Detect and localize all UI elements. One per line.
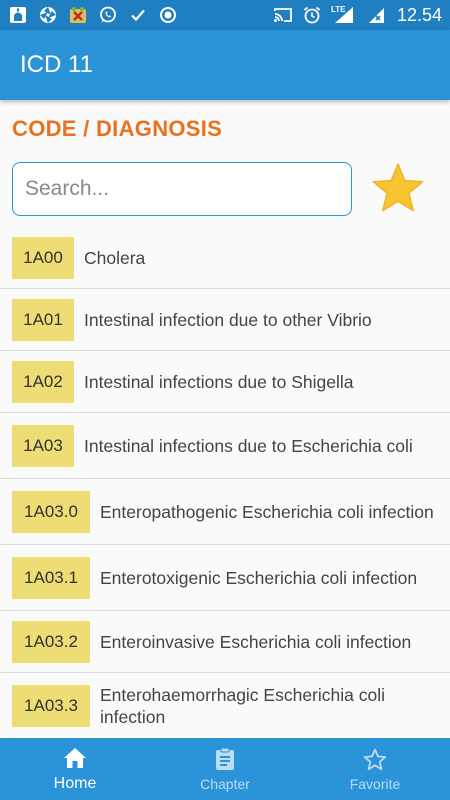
diagnosis-label: Intestinal infection due to other Vibrio <box>84 309 372 330</box>
list-item[interactable]: 1A03 Intestinal infections due to Escher… <box>0 413 450 479</box>
app-bar: ICD 11 <box>0 30 450 100</box>
code-badge: 1A03 <box>12 424 74 467</box>
battery-icon <box>366 5 386 25</box>
signal-icon: LTE <box>331 5 357 25</box>
diagnosis-label: Enteroinvasive Escherichia coli infectio… <box>100 631 412 652</box>
diagnosis-label: Cholera <box>84 248 146 268</box>
code-badge: 1A03.3 <box>12 684 90 727</box>
home-icon <box>62 745 88 771</box>
app-title: ICD 11 <box>20 51 93 78</box>
diagnosis-list: 1A00 Cholera 1A01 Intestinal infection d… <box>0 228 450 738</box>
system-icons: LTE 12.54 <box>273 5 442 26</box>
star-icon <box>372 163 424 212</box>
code-badge: 1A03.0 <box>12 490 90 533</box>
nav-chapter[interactable]: Chapter <box>150 738 300 800</box>
mosque-icon <box>8 5 28 25</box>
nav-home[interactable]: Home <box>0 738 150 800</box>
aperture-icon <box>38 5 58 25</box>
code-badge: 1A03.1 <box>12 556 90 599</box>
diagnosis-label: Enterohaemorrhagic Escherichia coli infe… <box>100 684 385 727</box>
status-time: 12.54 <box>396 4 442 25</box>
code-badge: 1A00 <box>12 237 74 279</box>
bottom-navigation: Home Chapter Favorite <box>0 738 450 800</box>
code-badge: 1A02 <box>12 360 74 403</box>
alarm-icon <box>302 5 322 25</box>
list-item[interactable]: 1A03.2 Enteroinvasive Escherichia coli i… <box>0 611 450 673</box>
game-icon <box>68 5 88 25</box>
diagnosis-label: Intestinal infections due to Shigella <box>84 371 354 392</box>
code-badge: 1A01 <box>12 298 74 341</box>
search-input[interactable] <box>12 162 352 216</box>
network-type-label: LTE <box>330 5 346 14</box>
check-icon <box>128 5 148 25</box>
nav-chapter-label: Chapter <box>200 776 250 792</box>
list-item[interactable]: 1A02 Intestinal infections due to Shigel… <box>0 351 450 413</box>
list-item[interactable]: 1A03.1 Enterotoxigenic Escherichia coli … <box>0 545 450 611</box>
diagnosis-label: Enteropathogenic Escherichia coli infect… <box>100 501 434 522</box>
list-item[interactable]: 1A01 Intestinal infection due to other V… <box>0 289 450 351</box>
status-bar: LTE 12.54 <box>0 0 450 30</box>
list-item[interactable]: 1A00 Cholera <box>0 228 450 289</box>
nav-favorite[interactable]: Favorite <box>300 738 450 800</box>
favorite-button[interactable] <box>368 160 428 218</box>
whatsapp-icon <box>98 5 118 25</box>
list-item[interactable]: 1A03.0 Enteropathogenic Escherichia coli… <box>0 479 450 545</box>
nav-home-label: Home <box>53 775 97 792</box>
record-icon <box>158 5 178 25</box>
diagnosis-label: Intestinal infections due to Escherichia… <box>84 435 413 456</box>
code-badge: 1A03.2 <box>12 620 90 663</box>
diagnosis-label: Enterotoxigenic Escherichia coli infecti… <box>100 567 418 588</box>
section-title: CODE / DIAGNOSIS <box>12 116 223 141</box>
clipboard-icon <box>212 746 238 772</box>
list-item[interactable]: 1A03.3 Enterohaemorrhagic Escherichia co… <box>0 673 450 738</box>
star-outline-icon <box>362 746 388 772</box>
nav-favorite-label: Favorite <box>349 776 401 792</box>
cast-icon <box>273 5 293 25</box>
notification-icons <box>8 5 273 25</box>
